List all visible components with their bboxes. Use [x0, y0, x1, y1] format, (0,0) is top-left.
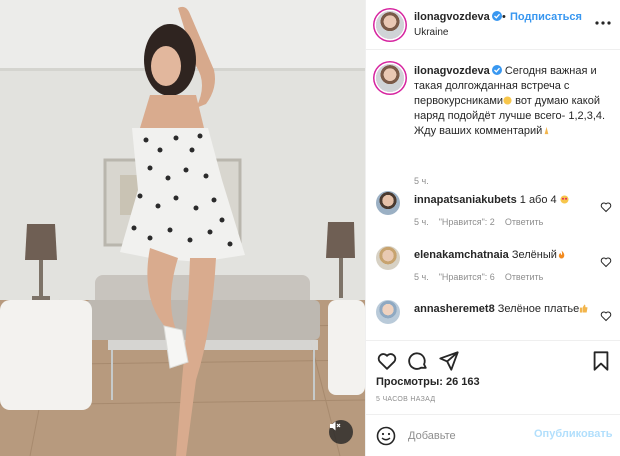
speaker-muted-icon [330, 421, 341, 431]
comment-likes[interactable]: "Нравится": 6 [439, 272, 495, 282]
comments-list[interactable]: ilonagvozdeva Сегодня важная и такая дол… [366, 50, 620, 340]
comment-text: annasheremet8 Зелёное платье [414, 302, 594, 317]
commenter-username[interactable]: annasheremet8 [414, 303, 495, 315]
smiley-icon[interactable] [376, 426, 396, 446]
heart-icon[interactable] [600, 201, 612, 213]
verified-badge-icon [491, 65, 502, 75]
add-comment-bar: Опубликовать [366, 414, 620, 456]
emoji-heart-eyes-icon [560, 195, 569, 204]
comment-meta: 5 ч. "Нравится": 6 Ответить [414, 272, 543, 282]
commenter-avatar[interactable] [376, 300, 400, 324]
views-value: 26 163 [445, 376, 480, 388]
caption-username[interactable]: ilonagvozdeva [414, 65, 490, 77]
reply-button[interactable]: Ответить [505, 272, 543, 282]
commenter-avatar[interactable] [376, 191, 400, 215]
verified-badge-icon [491, 11, 502, 21]
comment-text: elenakamchatnaia Зелёный [414, 248, 594, 263]
comment-likes[interactable]: "Нравится": 2 [439, 217, 495, 227]
comment-time: 5 ч. [414, 272, 429, 282]
emoji-pray-icon [545, 126, 549, 135]
views-count[interactable]: Просмотры: 26 163 [376, 376, 480, 388]
separator-dot: • [502, 11, 506, 23]
emoji-fire-icon [558, 250, 565, 259]
author-username-text[interactable]: ilonagvozdeva [414, 11, 490, 23]
paper-plane-icon[interactable] [438, 350, 460, 372]
commenter-username[interactable]: innapatsaniakubets [414, 194, 517, 206]
comment-body: 1 або 4 [519, 194, 557, 206]
commenter-avatar[interactable] [376, 246, 400, 270]
post-timestamp[interactable]: 5 часов назад [376, 396, 435, 403]
heart-icon[interactable] [600, 310, 612, 322]
follow-button[interactable]: Подписаться [510, 11, 582, 23]
commenter-username[interactable]: elenakamchatnaia [414, 249, 509, 261]
caption-avatar[interactable] [376, 64, 404, 92]
bookmark-icon[interactable] [590, 350, 612, 372]
caption-time: 5 ч. [414, 176, 429, 186]
post-panel: ilonagvozdeva • Подписаться Ukraine ilon… [365, 0, 620, 456]
views-label: Просмотры: [376, 376, 443, 388]
emoji-thumbs-up-icon [580, 304, 588, 313]
emoji-blush-icon [503, 96, 512, 105]
comment-input[interactable] [408, 428, 548, 444]
reply-button[interactable]: Ответить [505, 217, 543, 227]
comment-icon[interactable] [407, 350, 429, 372]
comment-body: Зелёное платье [497, 303, 580, 315]
post-location[interactable]: Ukraine [414, 27, 448, 38]
post-header: ilonagvozdeva • Подписаться Ukraine [366, 0, 620, 50]
post-media[interactable] [0, 0, 365, 456]
comment-meta: 5 ч. "Нравится": 2 Ответить [414, 217, 543, 227]
mute-button[interactable] [329, 420, 353, 444]
comment-body: Зелёный [511, 249, 557, 261]
more-horizontal-icon[interactable] [594, 14, 612, 32]
author-username[interactable]: ilonagvozdeva [414, 11, 502, 23]
video-frame [0, 0, 365, 456]
publish-button[interactable]: Опубликовать [534, 428, 613, 440]
author-avatar[interactable] [376, 11, 404, 39]
comment-text: innapatsaniakubets 1 або 4 [414, 193, 594, 208]
comment-time: 5 ч. [414, 217, 429, 227]
caption-text: ilonagvozdeva Сегодня важная и такая дол… [414, 64, 614, 139]
heart-icon[interactable] [376, 350, 398, 372]
heart-icon[interactable] [600, 256, 612, 268]
